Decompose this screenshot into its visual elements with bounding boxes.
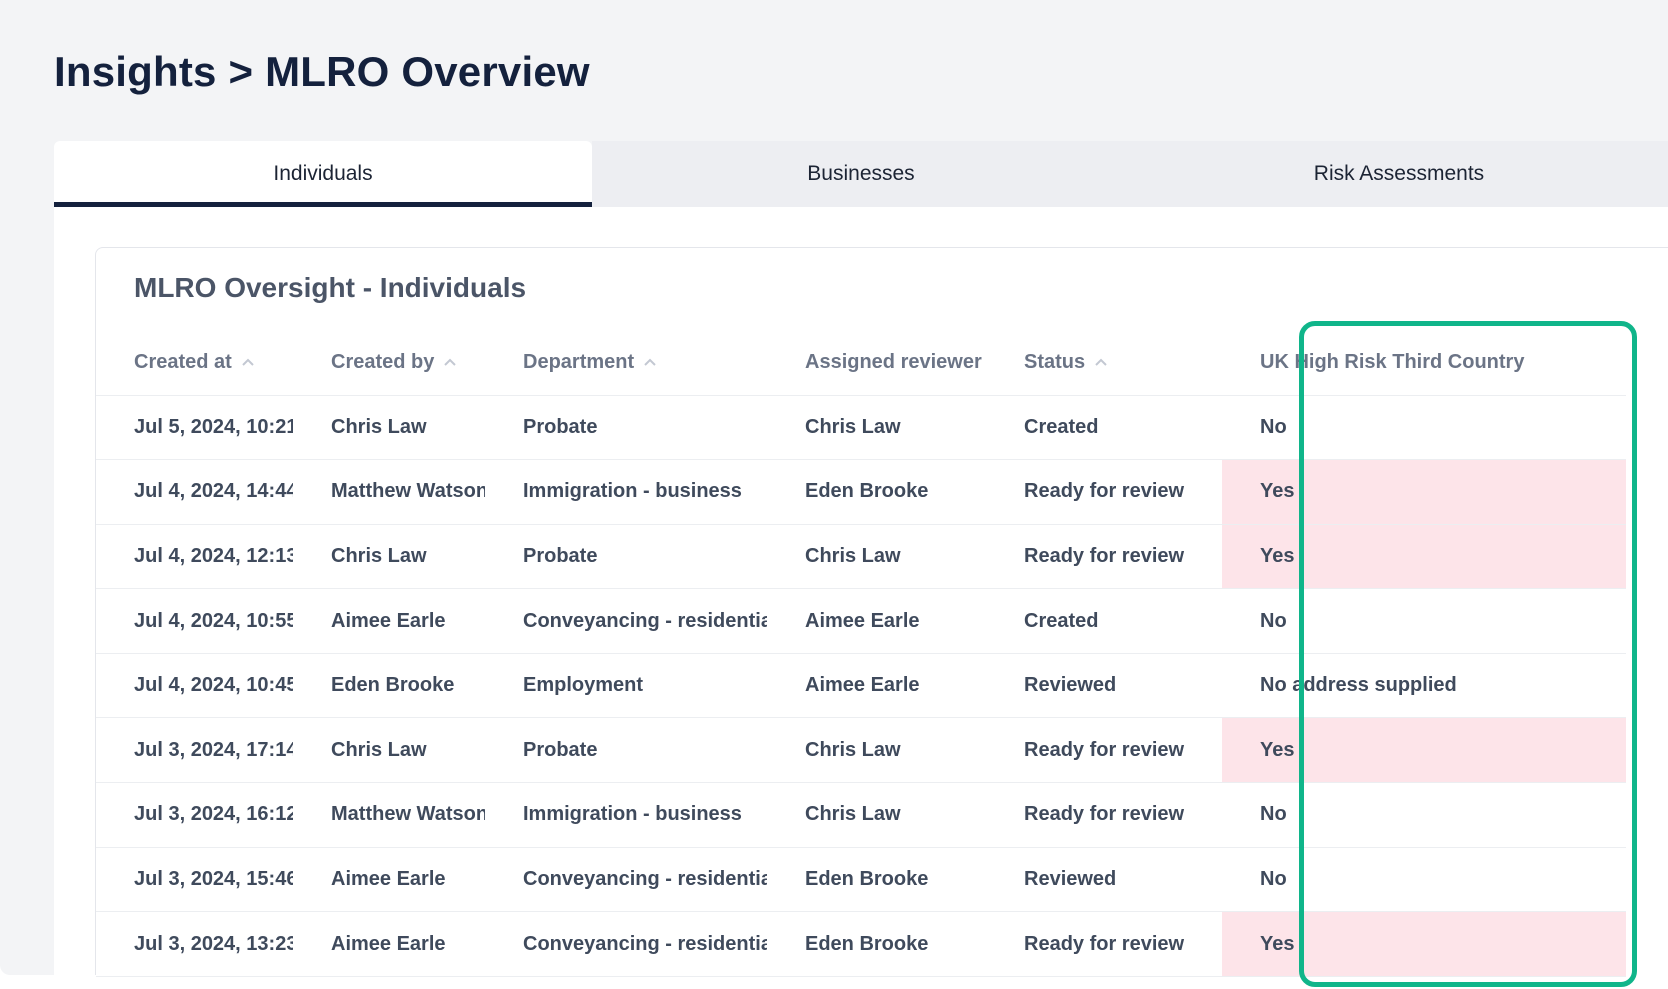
cell-department: Conveyancing - residential [485,588,767,654]
cell-created-by: Chris Law [293,524,485,590]
cell-created-by: Chris Law [293,395,485,461]
tab-businesses[interactable]: Businesses [592,141,1130,207]
tab-bar: Individuals Businesses Risk Assessments [54,141,1668,207]
cell-created-at: Jul 3, 2024, 16:12 [96,782,293,848]
table-row[interactable]: Jul 3, 2024, 17:14 Chris Law Probate Chris … [96,717,1626,784]
cell-created-at: Jul 4, 2024, 14:44 [96,459,293,525]
cell-uk-high-risk-third-country: No [1222,782,1626,848]
cell-assigned-reviewer: Chris Law [767,717,986,784]
cell-department: Immigration - business [485,782,767,848]
cell-status: Reviewed [986,847,1222,913]
cell-created-by: Eden Brooke [293,653,485,719]
table-body: Jul 5, 2024, 10:21 Chris Law Probate Chris … [96,395,1626,977]
header-uk-high-risk-third-country: UK High Risk Third Country [1222,330,1626,396]
cell-status: Created [986,588,1222,654]
table-row[interactable]: Jul 4, 2024, 10:45 Eden Brooke Employment A… [96,653,1626,719]
header-created-at[interactable]: Created at [96,330,293,396]
cell-status: Reviewed [986,653,1222,719]
cell-assigned-reviewer: Eden Brooke [767,459,986,525]
cell-uk-high-risk-third-country: Yes [1222,524,1626,590]
chevron-up-icon[interactable] [442,356,458,368]
header-label: Assigned reviewer [805,350,982,373]
cell-status: Ready for review [986,459,1222,525]
cell-department: Probate [485,395,767,461]
header-assigned-reviewer: Assigned reviewer [767,330,986,396]
cell-status: Ready for review [986,782,1222,848]
oversight-table: Created at Created by Department Assigne… [96,330,1626,977]
cell-department: Probate [485,717,767,784]
cell-created-by: Chris Law [293,717,485,784]
cell-created-at: Jul 5, 2024, 10:21 [96,395,293,461]
cell-status: Ready for review [986,717,1222,784]
cell-uk-high-risk-third-country: No [1222,588,1626,654]
table-row[interactable]: Jul 3, 2024, 16:12 Matthew Watson Immigrat… [96,782,1626,848]
cell-uk-high-risk-third-country: Yes [1222,459,1626,525]
tab-individuals[interactable]: Individuals [54,141,592,207]
cell-status: Ready for review [986,911,1222,977]
table-row[interactable]: Jul 3, 2024, 15:46 Aimee Earle Conveyancin… [96,847,1626,913]
header-label: Department [523,350,635,373]
chevron-up-icon[interactable] [1093,356,1109,368]
table-header-row: Created at Created by Department Assigne… [96,330,1626,396]
cell-created-at: Jul 3, 2024, 13:23 [96,911,293,977]
cell-assigned-reviewer: Chris Law [767,395,986,461]
page-title: Insights > MLRO Overview [54,48,590,95]
header-status[interactable]: Status [986,330,1222,396]
cell-assigned-reviewer: Aimee Earle [767,653,986,719]
table-row[interactable]: Jul 5, 2024, 10:21 Chris Law Probate Chris … [96,395,1626,461]
cell-assigned-reviewer: Eden Brooke [767,911,986,977]
cell-assigned-reviewer: Chris Law [767,524,986,590]
cell-uk-high-risk-third-country: No [1222,395,1626,461]
cell-status: Created [986,395,1222,461]
table-row[interactable]: Jul 4, 2024, 12:13 Chris Law Probate Chris … [96,524,1626,590]
cell-assigned-reviewer: Chris Law [767,782,986,848]
header-label: Created by [331,350,435,373]
cell-department: Conveyancing - residential [485,911,767,977]
cell-created-by: Matthew Watson [293,459,485,525]
cell-created-by: Aimee Earle [293,588,485,654]
header-label: UK High Risk Third Country [1260,350,1525,373]
cell-created-by: Matthew Watson [293,782,485,848]
tab-risk-assessments[interactable]: Risk Assessments [1130,141,1668,207]
cell-department: Employment [485,653,767,719]
header-department[interactable]: Department [485,330,767,396]
chevron-up-icon[interactable] [642,356,658,368]
cell-status: Ready for review [986,524,1222,590]
cell-assigned-reviewer: Aimee Earle [767,588,986,654]
cell-created-at: Jul 4, 2024, 10:45 [96,653,293,719]
cell-department: Probate [485,524,767,590]
cell-uk-high-risk-third-country: Yes [1222,911,1626,977]
cell-created-at: Jul 3, 2024, 17:14 [96,717,293,784]
cell-department: Immigration - business [485,459,767,525]
cell-uk-high-risk-third-country: No [1222,847,1626,913]
cell-created-at: Jul 4, 2024, 12:13 [96,524,293,590]
card-title: MLRO Oversight - Individuals [134,272,527,303]
cell-created-by: Aimee Earle [293,847,485,913]
table-row[interactable]: Jul 4, 2024, 14:44 Matthew Watson Immigrat… [96,459,1626,525]
header-label: Status [1024,350,1086,373]
chevron-up-icon[interactable] [240,356,256,368]
table-row[interactable]: Jul 3, 2024, 13:23 Aimee Earle Conveyancin… [96,911,1626,977]
cell-created-at: Jul 4, 2024, 10:55 [96,588,293,654]
cell-assigned-reviewer: Eden Brooke [767,847,986,913]
cell-uk-high-risk-third-country: No address supplied [1222,653,1626,719]
cell-created-at: Jul 3, 2024, 15:46 [96,847,293,913]
cell-uk-high-risk-third-country: Yes [1222,717,1626,784]
cell-department: Conveyancing - residential [485,847,767,913]
table-row[interactable]: Jul 4, 2024, 10:55 Aimee Earle Conveyancin… [96,588,1626,654]
cell-created-by: Aimee Earle [293,911,485,977]
header-label: Created at [134,350,232,373]
header-created-by[interactable]: Created by [293,330,485,396]
